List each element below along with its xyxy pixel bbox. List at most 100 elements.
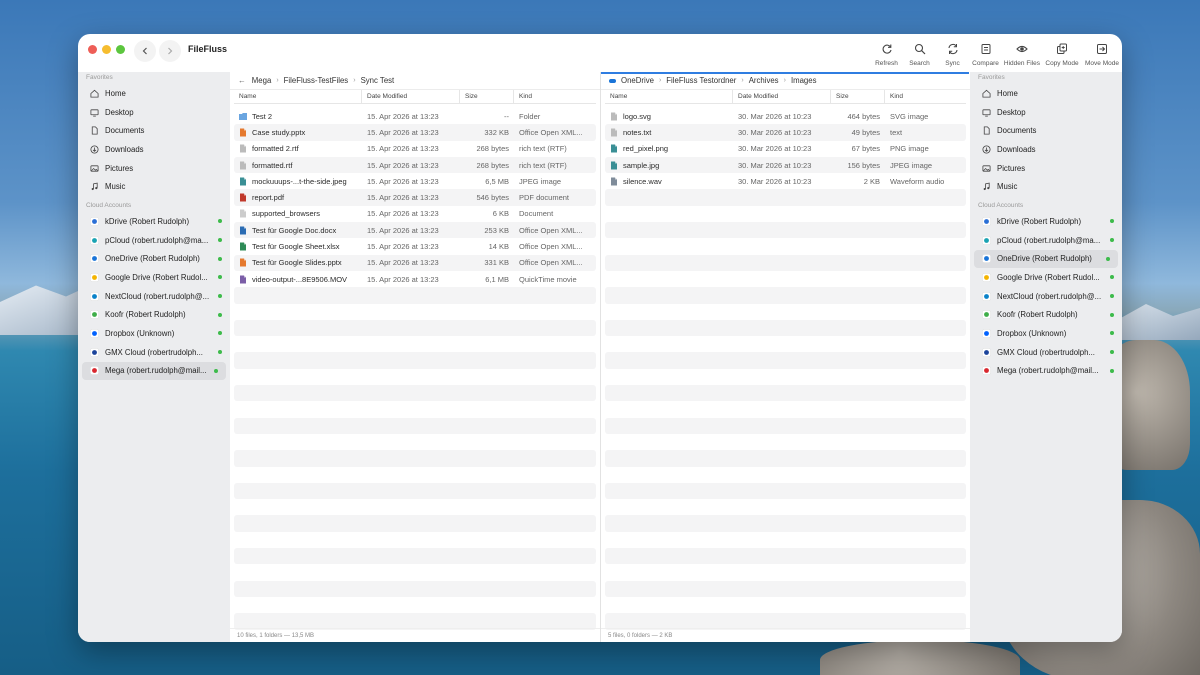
sidebar-item-documents[interactable]: Documents — [78, 121, 230, 140]
sidebar-item-kdrive[interactable]: kDrive (Robert Rudolph) — [78, 212, 230, 231]
breadcrumb-item[interactable]: Mega — [252, 76, 272, 85]
nextcloud-icon — [90, 291, 99, 301]
sidebar-item-music[interactable]: Music — [970, 177, 1122, 196]
sidebar-item-nextcloud[interactable]: NextCloud (robert.rudolph@... — [970, 287, 1122, 306]
sidebar-item-pictures[interactable]: Pictures — [970, 159, 1122, 178]
sidebar-item-pictures[interactable]: Pictures — [78, 159, 230, 178]
column-header-name[interactable]: Name — [234, 90, 362, 103]
sidebar-item-mega[interactable]: Mega (robert.rudolph@mail... — [970, 362, 1122, 381]
folder-icon — [239, 112, 247, 120]
file-row[interactable]: silence.wav 30. Mar 2026 at 10:23 2 KB Wave… — [605, 173, 966, 189]
file-row[interactable]: red_pixel.png 30. Mar 2026 at 10:23 67 byt… — [605, 141, 966, 157]
sidebar-item-pcloud[interactable]: pCloud (robert.rudolph@ma... — [970, 231, 1122, 250]
sidebar-item-desktop[interactable]: Desktop — [78, 103, 230, 122]
file-row[interactable]: formatted.rtf 15. Apr 2026 at 13:23 268 by… — [234, 156, 596, 174]
file-date-cell: 15. Apr 2026 at 13:23 — [367, 176, 439, 186]
breadcrumb-item[interactable]: Images — [791, 76, 817, 85]
file-date-cell: 30. Mar 2026 at 10:23 — [738, 111, 812, 121]
refresh-button[interactable]: Refresh — [870, 40, 903, 72]
file-row[interactable]: Test für Google Sheet.xlsx 15. Apr 2026 a… — [234, 238, 596, 254]
move-icon — [1096, 40, 1108, 58]
sidebar-item-mega[interactable]: Mega (robert.rudolph@mail... — [82, 361, 226, 381]
empty-row — [605, 352, 966, 369]
sidebar-item-downloads[interactable]: Downloads — [970, 140, 1122, 159]
file-name-cell: formatted.rtf — [234, 161, 362, 170]
column-header-kind[interactable]: Kind — [885, 90, 963, 103]
image-icon — [611, 161, 617, 170]
sidebar-item-home[interactable]: Home — [970, 84, 1122, 103]
breadcrumb-item[interactable]: FileFluss Testordner — [666, 76, 736, 85]
column-header-size[interactable]: Size — [460, 90, 514, 103]
breadcrumb-item[interactable]: FileFluss-TestFiles — [284, 76, 349, 85]
file-row[interactable]: Test für Google Slides.pptx 15. Apr 2026 … — [234, 254, 596, 271]
file-row[interactable]: Test für Google Doc.docx 15. Apr 2026 at … — [234, 222, 596, 239]
file-row[interactable]: mockuuups-...t-the-side.jpeg 15. Apr 2026… — [234, 173, 596, 189]
file-row[interactable]: video-output-...8E9506.MOV 15. Apr 2026 a… — [234, 271, 596, 287]
sidebar-item-koofr[interactable]: Koofr (Robert Rudolph) — [78, 306, 230, 325]
sidebar-item-onedrive[interactable]: OneDrive (Robert Rudolph) — [974, 249, 1118, 269]
sidebar-item-dropbox[interactable]: Dropbox (Unknown) — [970, 324, 1122, 343]
empty-row — [605, 254, 966, 271]
back-button[interactable] — [134, 40, 156, 62]
svg-file-icon — [611, 112, 617, 121]
sidebar-item-downloads[interactable]: Downloads — [78, 140, 230, 159]
file-size-cell: 67 bytes — [851, 144, 880, 154]
sidebar-item-gmx[interactable]: GMX Cloud (robertrudolph... — [970, 343, 1122, 362]
forward-button[interactable] — [159, 40, 181, 62]
column-header-size[interactable]: Size — [831, 90, 885, 103]
compare-button[interactable]: Compare — [969, 40, 1002, 72]
sidebar-item-desktop[interactable]: Desktop — [970, 103, 1122, 122]
file-row[interactable]: Case study.pptx 15. Apr 2026 at 13:23 332 … — [234, 124, 596, 141]
file-row[interactable]: logo.svg 30. Mar 2026 at 10:23 464 bytes SV… — [605, 108, 966, 124]
kdrive-icon — [90, 217, 99, 226]
sidebar-item-google-drive[interactable]: Google Drive (Robert Rudol... — [970, 268, 1122, 287]
breadcrumb-item[interactable]: Sync Test — [361, 76, 395, 85]
search-button[interactable]: Search — [903, 40, 936, 72]
breadcrumb-item[interactable]: Archives — [749, 76, 779, 85]
column-header-kind[interactable]: Kind — [514, 90, 592, 103]
sidebar-item-kdrive[interactable]: kDrive (Robert Rudolph) — [970, 212, 1122, 231]
file-row[interactable]: formatted 2.rtf 15. Apr 2026 at 13:23 268 … — [234, 141, 596, 157]
sidebar-item-nextcloud[interactable]: NextCloud (robert.rudolph@... — [78, 287, 230, 306]
gmx-icon — [90, 348, 99, 357]
column-header-date-modified[interactable]: Date Modified — [362, 90, 460, 103]
sidebar-item-documents[interactable]: Documents — [970, 121, 1122, 140]
sidebar-item-home[interactable]: Home — [78, 84, 230, 103]
sidebar-item-label: NextCloud (robert.rudolph@... — [997, 291, 1102, 301]
sidebar-item-music[interactable]: Music — [78, 177, 230, 196]
close-window-button[interactable] — [88, 45, 97, 54]
back-arrow-icon[interactable]: ← — [238, 76, 246, 85]
file-row[interactable]: notes.txt 30. Mar 2026 at 10:23 49 bytes te… — [605, 124, 966, 141]
file-name-cell: notes.txt — [605, 128, 733, 137]
sidebar-item-label: GMX Cloud (robertrudolph... — [997, 347, 1095, 357]
zoom-window-button[interactable] — [116, 45, 125, 54]
sync-button[interactable]: Sync — [936, 40, 969, 72]
sidebar-item-dropbox[interactable]: Dropbox (Unknown) — [78, 324, 230, 343]
file-row[interactable]: Test 2 15. Apr 2026 at 13:23 -- Folder — [234, 108, 596, 124]
file-row[interactable]: supported_browsers 15. Apr 2026 at 13:23 6… — [234, 206, 596, 222]
empty-row — [605, 580, 966, 597]
file-date-cell: 15. Apr 2026 at 13:23 — [367, 209, 439, 219]
sidebar-item-onedrive[interactable]: OneDrive (Robert Rudolph) — [78, 250, 230, 269]
sidebar-item-label: OneDrive (Robert Rudolph) — [997, 254, 1092, 264]
hidden-files-button[interactable]: Hidden Files — [1002, 40, 1042, 72]
document-icon — [240, 209, 246, 218]
file-row[interactable]: report.pdf 15. Apr 2026 at 13:23 546 bytes… — [234, 189, 596, 206]
column-header-name[interactable]: Name — [605, 90, 733, 103]
sidebar-item-gmx[interactable]: GMX Cloud (robertrudolph... — [78, 343, 230, 362]
home-icon — [982, 89, 991, 98]
minimize-window-button[interactable] — [102, 45, 111, 54]
empty-row — [234, 467, 596, 483]
sidebar-item-koofr[interactable]: Koofr (Robert Rudolph) — [970, 306, 1122, 325]
breadcrumb-item[interactable]: OneDrive — [621, 76, 654, 85]
sidebar-item-google-drive[interactable]: Google Drive (Robert Rudol... — [78, 268, 230, 287]
column-header-date-modified[interactable]: Date Modified — [733, 90, 831, 103]
sidebar-item-pcloud[interactable]: pCloud (robert.rudolph@ma... — [78, 231, 230, 250]
empty-row — [605, 271, 966, 287]
file-kind-cell: QuickTime movie — [519, 274, 577, 284]
file-name: mockuuups-...t-the-side.jpeg — [252, 176, 347, 186]
copy-mode-button[interactable]: Copy Mode — [1042, 40, 1082, 72]
connected-status-dot — [218, 312, 222, 317]
file-row[interactable]: sample.jpg 30. Mar 2026 at 10:23 156 bytes… — [605, 156, 966, 174]
move-mode-button[interactable]: Move Mode — [1082, 40, 1122, 72]
